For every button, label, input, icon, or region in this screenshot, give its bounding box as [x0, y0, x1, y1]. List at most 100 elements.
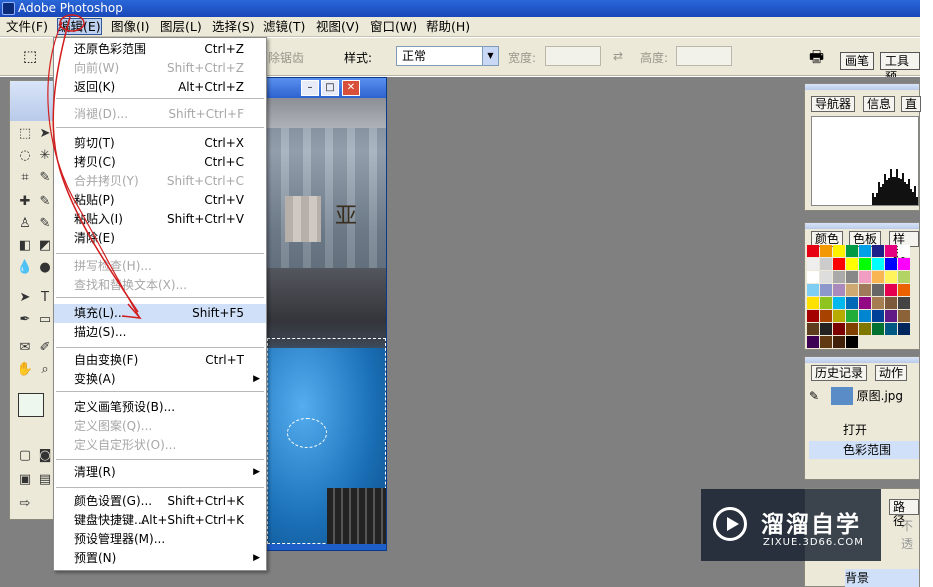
- blur-tool-icon[interactable]: 💧: [16, 259, 34, 277]
- color-swatch[interactable]: [846, 336, 858, 348]
- edit-menu-item[interactable]: 粘贴(P) Ctrl+V: [54, 191, 266, 210]
- color-swatch[interactable]: [898, 284, 910, 296]
- color-swatch[interactable]: [820, 310, 832, 322]
- color-swatch[interactable]: [872, 310, 884, 322]
- crop-tool-icon[interactable]: ⌗: [16, 169, 34, 187]
- dodge-tool-icon[interactable]: ●: [36, 259, 54, 277]
- menu-select[interactable]: 选择(S): [212, 19, 255, 36]
- color-swatch[interactable]: [859, 297, 871, 309]
- color-swatch[interactable]: [898, 310, 910, 322]
- color-swatch[interactable]: [820, 323, 832, 335]
- color-swatch[interactable]: [820, 245, 832, 257]
- edit-menu-item[interactable]: 预置(N) ▶: [54, 549, 266, 568]
- color-swatch[interactable]: [872, 245, 884, 257]
- full-screen-icon[interactable]: ▤: [36, 471, 54, 489]
- edit-menu-item[interactable]: 定义画笔预设(B)...: [54, 398, 266, 417]
- document-title-bar[interactable]: – □ ✕: [267, 78, 386, 98]
- menu-window[interactable]: 窗口(W): [370, 19, 417, 36]
- move-tool-icon[interactable]: ➤: [36, 125, 54, 143]
- color-swatch[interactable]: [885, 323, 897, 335]
- edit-menu-item[interactable]: 清理(R) ▶: [54, 463, 266, 482]
- edit-menu-item[interactable]: 自由变换(F) Ctrl+T: [54, 351, 266, 370]
- color-swatch[interactable]: [898, 245, 910, 257]
- color-swatch[interactable]: [898, 271, 910, 283]
- edit-menu-item[interactable]: 剪切(T) Ctrl+X: [54, 134, 266, 153]
- tab-brushes[interactable]: 画笔: [840, 52, 875, 70]
- paint-bucket-icon[interactable]: ◩: [36, 237, 54, 255]
- color-swatch[interactable]: [807, 258, 819, 270]
- foreground-color-swatch[interactable]: [18, 393, 44, 417]
- menu-filter[interactable]: 滤镜(T): [263, 19, 305, 36]
- swap-icon[interactable]: ⇄: [613, 49, 623, 63]
- eraser-tool-icon[interactable]: ◧: [16, 237, 34, 255]
- tab-actions[interactable]: 动作: [875, 365, 908, 381]
- document-canvas[interactable]: 亚: [267, 98, 386, 544]
- menu-layer[interactable]: 图层(L): [160, 19, 202, 36]
- lasso-tool-icon[interactable]: ◌: [16, 147, 34, 165]
- layer-row[interactable]: 背景: [845, 569, 919, 587]
- type-tool-icon[interactable]: T: [36, 289, 54, 307]
- color-swatch[interactable]: [859, 271, 871, 283]
- edit-menu-item[interactable]: 颜色设置(G)... Shift+Ctrl+K: [54, 492, 266, 511]
- color-swatch[interactable]: [807, 336, 819, 348]
- width-field[interactable]: [545, 46, 601, 66]
- color-swatch[interactable]: [872, 323, 884, 335]
- menu-view[interactable]: 视图(V): [316, 19, 359, 36]
- color-swatch[interactable]: [807, 297, 819, 309]
- edit-menu-item[interactable]: 键盘快捷键... Alt+Shift+Ctrl+K: [54, 511, 266, 530]
- hand-tool-icon[interactable]: ✋: [16, 361, 34, 379]
- color-swatch[interactable]: [859, 310, 871, 322]
- color-swatch[interactable]: [833, 323, 845, 335]
- color-swatch[interactable]: [846, 284, 858, 296]
- history-step-current[interactable]: 色彩范围: [809, 441, 919, 459]
- color-swatch[interactable]: [885, 271, 897, 283]
- color-swatch[interactable]: [859, 323, 871, 335]
- tab-tool-presets[interactable]: 工具预: [880, 52, 920, 84]
- color-swatch[interactable]: [846, 245, 858, 257]
- clone-stamp-icon[interactable]: ♙: [16, 215, 34, 233]
- color-swatch[interactable]: [898, 297, 910, 309]
- menu-edit[interactable]: 编辑(E): [57, 18, 102, 35]
- edit-menu-item[interactable]: 清除(E): [54, 229, 266, 248]
- maximize-icon[interactable]: □: [321, 80, 339, 96]
- color-swatch[interactable]: [807, 323, 819, 335]
- color-swatch[interactable]: [885, 310, 897, 322]
- color-swatch[interactable]: [885, 258, 897, 270]
- magic-wand-icon[interactable]: ✳: [36, 147, 54, 165]
- style-select[interactable]: 正常 ▼: [396, 46, 499, 66]
- standard-mode-icon[interactable]: ▢: [16, 447, 34, 465]
- color-swatch[interactable]: [820, 271, 832, 283]
- height-field[interactable]: [676, 46, 732, 66]
- tab-info[interactable]: 信息: [863, 96, 896, 112]
- color-swatch[interactable]: [885, 245, 897, 257]
- color-swatch[interactable]: [885, 284, 897, 296]
- history-brush-icon[interactable]: ✎: [36, 215, 54, 233]
- color-swatch[interactable]: [820, 336, 832, 348]
- tab-histogram[interactable]: 直: [901, 96, 922, 112]
- brush-tool-icon[interactable]: ✎: [36, 193, 54, 211]
- edit-menu-item[interactable]: 描边(S)...: [54, 323, 266, 342]
- color-swatch[interactable]: [807, 310, 819, 322]
- history-snapshot[interactable]: ✎ 原图.jpg: [809, 387, 919, 405]
- marquee-tool-preset-icon[interactable]: ⬚: [16, 46, 44, 68]
- zoom-tool-icon[interactable]: ⌕: [36, 361, 54, 379]
- color-swatch[interactable]: [872, 284, 884, 296]
- color-swatch[interactable]: [859, 284, 871, 296]
- color-swatch[interactable]: [807, 284, 819, 296]
- color-swatch[interactable]: [833, 245, 845, 257]
- color-swatch[interactable]: [807, 245, 819, 257]
- edit-menu-item[interactable]: 返回(K) Alt+Ctrl+Z: [54, 78, 266, 97]
- color-swatch[interactable]: [846, 297, 858, 309]
- color-swatch[interactable]: [898, 258, 910, 270]
- notes-tool-icon[interactable]: ✉: [16, 339, 34, 357]
- color-swatch[interactable]: [820, 284, 832, 296]
- shape-tool-icon[interactable]: ▭: [36, 311, 54, 329]
- healing-brush-icon[interactable]: ✚: [16, 193, 34, 211]
- close-icon[interactable]: ✕: [342, 80, 360, 96]
- tab-navigator[interactable]: 导航器: [811, 96, 856, 112]
- screen-mode-icon[interactable]: ▣: [16, 471, 34, 489]
- color-swatch[interactable]: [859, 258, 871, 270]
- edit-menu-item[interactable]: 填充(L)... Shift+F5: [54, 304, 266, 323]
- color-swatch[interactable]: [846, 310, 858, 322]
- path-select-icon[interactable]: ➤: [16, 289, 34, 307]
